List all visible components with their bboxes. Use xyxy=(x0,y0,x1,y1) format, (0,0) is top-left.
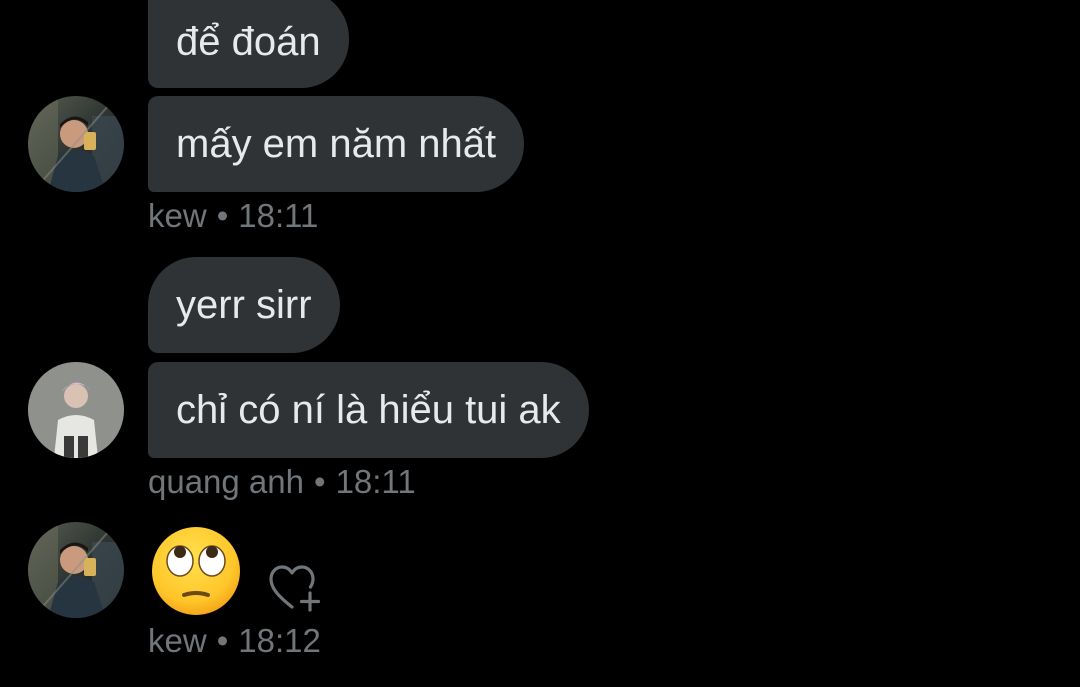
message-bubble[interactable]: mấy em năm nhất xyxy=(148,96,525,192)
avatar-quang-anh[interactable] xyxy=(28,362,124,458)
message-text: yerr sirr xyxy=(176,283,312,327)
message-bubble[interactable]: yerr sirr xyxy=(148,257,340,353)
avatar-kew[interactable] xyxy=(28,522,124,618)
message-meta: quang anh • 18:11 xyxy=(148,462,416,502)
message-text: chỉ có ní là hiểu tui ak xyxy=(176,388,561,432)
avatar-photo-icon xyxy=(28,96,124,192)
sender-name: kew xyxy=(148,197,207,234)
sender-name: quang anh xyxy=(148,463,304,500)
message-time: 18:12 xyxy=(238,622,321,659)
sender-name: kew xyxy=(148,622,207,659)
message-text: để đoán xyxy=(176,20,321,64)
separator-dot: • xyxy=(216,622,229,659)
message-bubble[interactable]: để đoán xyxy=(148,0,349,88)
message-time: 18:11 xyxy=(238,197,319,234)
message-text: mấy em năm nhất xyxy=(176,122,497,166)
message-time: 18:11 xyxy=(335,463,416,500)
avatar-kew[interactable] xyxy=(28,96,124,192)
avatar-photo-icon xyxy=(28,522,124,618)
add-reaction-heart-icon[interactable] xyxy=(268,563,322,613)
message-bubble[interactable]: chỉ có ní là hiểu tui ak xyxy=(148,362,589,458)
face-with-rolling-eyes-emoji[interactable] xyxy=(150,525,242,617)
avatar-photo-icon xyxy=(28,362,124,458)
message-meta: kew • 18:11 xyxy=(148,196,318,236)
separator-dot: • xyxy=(314,463,326,500)
separator-dot: • xyxy=(216,197,229,234)
message-meta: kew • 18:12 xyxy=(148,621,321,661)
